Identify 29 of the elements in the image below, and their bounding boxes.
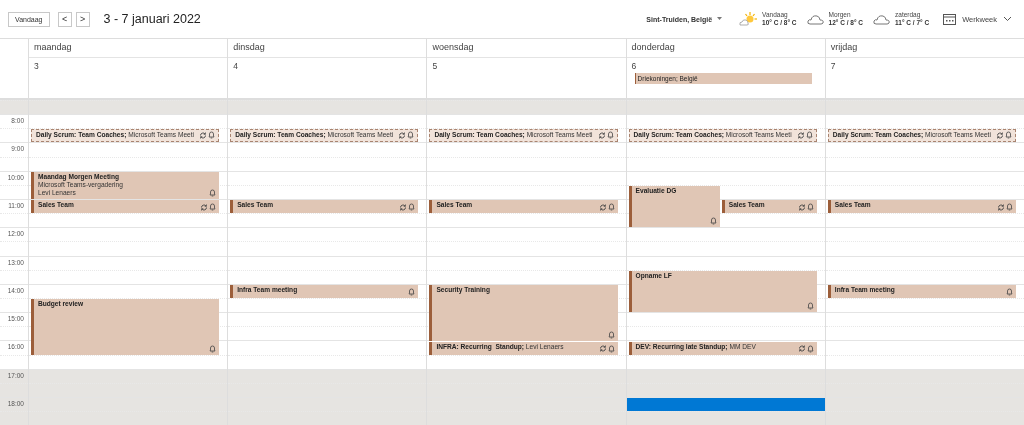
day-name: maandag — [29, 39, 228, 58]
day-date: 7 — [830, 61, 837, 71]
off-hours-slot[interactable] — [427, 100, 626, 115]
off-hours-slot[interactable] — [29, 368, 228, 383]
day-name: vrijdag — [825, 39, 1024, 58]
day-date: 4 — [233, 61, 239, 71]
off-hours-slot[interactable] — [228, 368, 427, 383]
day-name: dinsdag — [228, 39, 427, 58]
calendar-icon — [943, 13, 957, 25]
off-hours-slot[interactable] — [825, 368, 1024, 383]
off-hours-slot[interactable] — [626, 368, 825, 383]
off-hours-slot[interactable] — [626, 100, 825, 115]
previous-button[interactable]: < — [57, 11, 72, 27]
off-hours-slot[interactable] — [228, 100, 427, 115]
day-name: donderdag — [626, 39, 825, 58]
sun-cloud-icon — [738, 12, 759, 26]
caret-icon — [717, 17, 723, 21]
date-range-title: 3 - 7 januari 2022 — [103, 12, 201, 26]
cloud-icon — [806, 13, 825, 25]
day-date: 6 — [631, 61, 638, 71]
day-date: 3 — [34, 61, 40, 71]
cloud-icon — [873, 13, 891, 25]
off-hours-slot[interactable] — [29, 100, 228, 115]
day-date: 5 — [432, 61, 439, 71]
off-hours-slot[interactable] — [427, 368, 626, 383]
off-hours-slot[interactable] — [825, 100, 1024, 115]
chevron-down-icon — [1003, 16, 1012, 22]
next-button[interactable]: > — [75, 11, 90, 27]
day-name: woensdag — [427, 39, 626, 58]
